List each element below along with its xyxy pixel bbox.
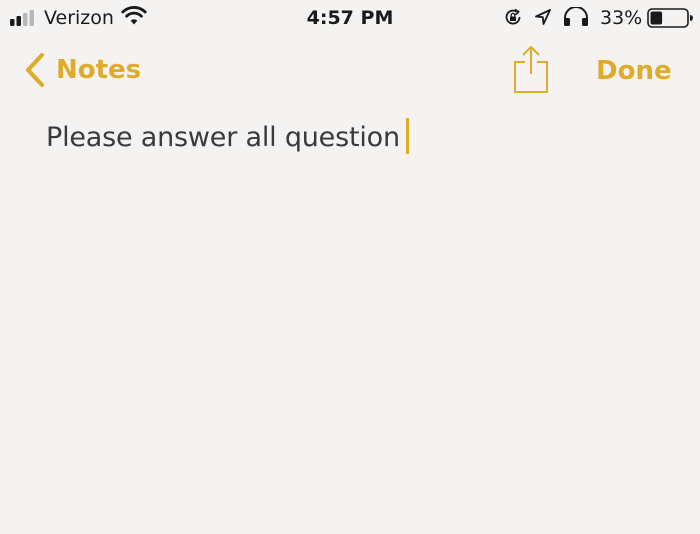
chevron-left-icon <box>25 52 45 88</box>
share-icon[interactable] <box>512 44 550 94</box>
status-time: 4:57 PM <box>306 7 394 29</box>
note-editor[interactable]: Please answer all question <box>46 118 666 518</box>
note-text[interactable]: Please answer all question <box>46 122 400 153</box>
battery-icon <box>647 8 693 28</box>
back-button[interactable]: Notes <box>24 50 141 90</box>
status-bar: Verizon 4:57 PM 33% <box>0 0 700 36</box>
battery-percent: 33% <box>600 7 643 29</box>
text-cursor <box>405 118 409 154</box>
battery-fill <box>650 11 663 25</box>
back-label: Notes <box>56 55 142 85</box>
headphones-icon <box>564 7 588 26</box>
done-button[interactable]: Done <box>596 52 672 90</box>
location-icon <box>535 9 551 25</box>
nav-bar: Notes Done <box>0 36 700 106</box>
rotation-lock-icon <box>505 8 521 25</box>
